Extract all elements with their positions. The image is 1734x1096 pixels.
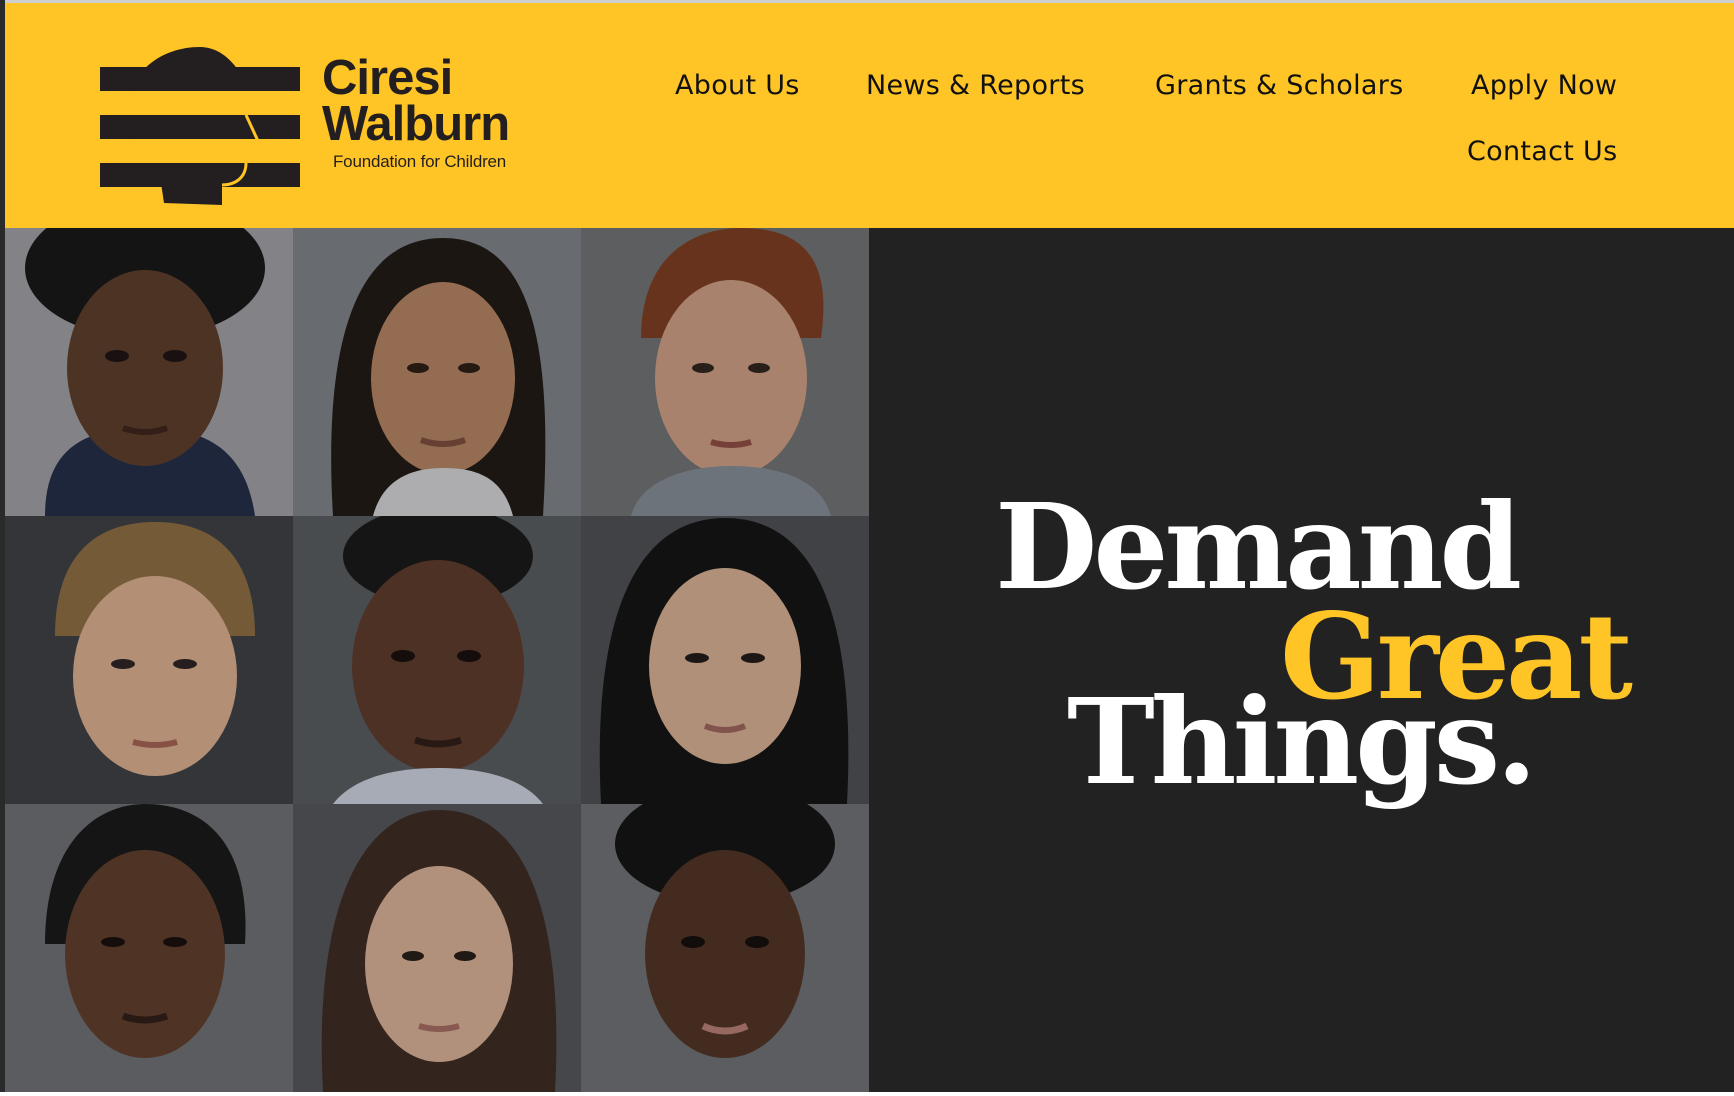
child-portrait-image: [5, 516, 293, 804]
window-bottom-edge: [0, 1092, 1734, 1096]
hero-headline: Demand Great Things.: [995, 488, 1635, 808]
nav-news-reports[interactable]: News & Reports: [866, 70, 1085, 101]
window-left-edge: [0, 0, 5, 1096]
site-header: Ciresi Walburn Foundation for Children A…: [5, 3, 1734, 228]
children-portrait-grid: [5, 228, 870, 1092]
child-portrait-image: [5, 228, 293, 516]
nav-apply-now[interactable]: Apply Now: [1471, 70, 1617, 101]
child-portrait-image: [293, 228, 581, 516]
page: Ciresi Walburn Foundation for Children A…: [0, 0, 1734, 1096]
child-portrait-image: [293, 804, 581, 1092]
nav-grants-scholars[interactable]: Grants & Scholars: [1155, 70, 1403, 101]
main-navigation: About Us News & Reports Grants & Scholar…: [5, 3, 1734, 228]
hero-banner: Demand Great Things.: [5, 228, 1734, 1092]
headline-word-things: Things.: [1067, 672, 1537, 811]
nav-about-us[interactable]: About Us: [675, 70, 800, 101]
child-portrait-image: [581, 516, 869, 804]
nav-contact-us[interactable]: Contact Us: [1467, 136, 1617, 167]
child-portrait-image: [581, 804, 869, 1092]
child-portrait-image: [293, 516, 581, 804]
child-portrait-image: [5, 804, 293, 1092]
child-portrait-image: [581, 228, 869, 516]
